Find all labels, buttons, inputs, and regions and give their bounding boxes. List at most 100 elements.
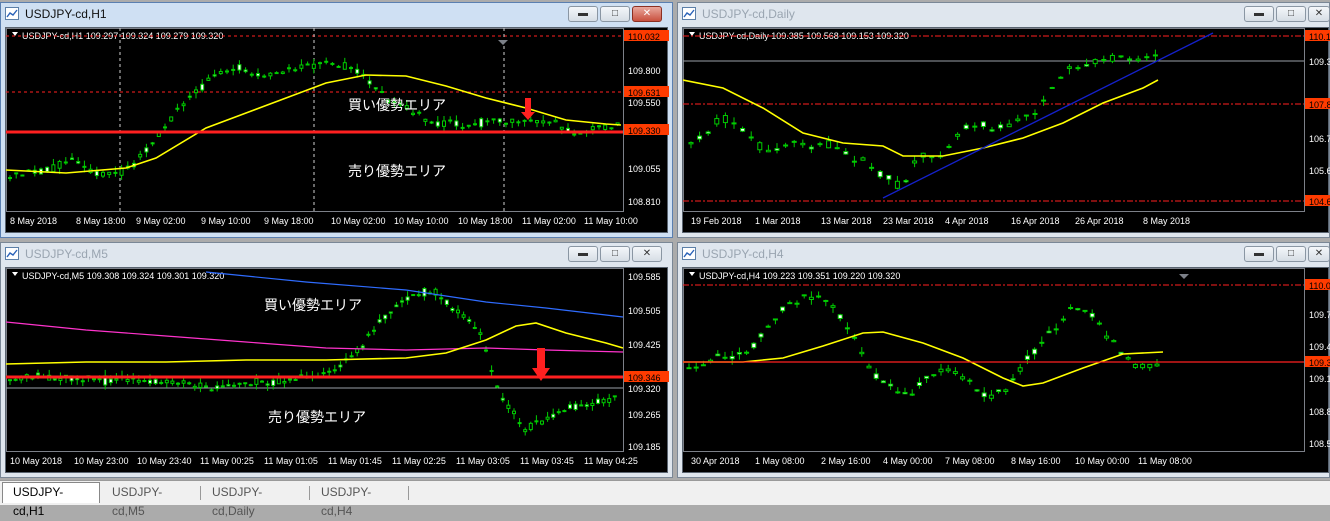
candle xyxy=(372,326,376,336)
maximize-button[interactable]: □ xyxy=(1276,246,1306,262)
candle xyxy=(506,400,511,413)
candle-body xyxy=(1058,76,1064,79)
chart-canvas-h1[interactable]: USDJPY-cd,H1 109.297 109.324 109.279 109… xyxy=(6,28,669,234)
close-button[interactable]: ✕ xyxy=(632,6,662,22)
tab-usdjpy-daily[interactable]: USDJPY-cd,Daily xyxy=(202,483,308,518)
price-label: 109.055 xyxy=(628,164,661,174)
window-titlebar[interactable]: USDJPY-cd,Daily ▬ □ ✕ xyxy=(678,3,1330,25)
candle xyxy=(435,116,440,129)
candle-body xyxy=(163,126,167,129)
tab-separator xyxy=(200,486,201,500)
candle xyxy=(894,175,900,190)
candle-body xyxy=(590,402,595,407)
candle xyxy=(88,164,93,174)
candle-body xyxy=(51,164,56,173)
candle xyxy=(1089,309,1095,321)
price-chart-daily[interactable]: USDJPY-cd,Daily 109.385 109.568 109.153 … xyxy=(682,27,1330,234)
candle xyxy=(920,152,926,163)
chart-window-m5[interactable]: USDJPY-cd,M5 ▬ □ ✕ USDJPY-cd,M5 109.308 … xyxy=(0,242,673,478)
minimize-button[interactable]: ▬ xyxy=(1244,246,1274,262)
candle xyxy=(138,150,143,160)
price-chart-h1[interactable]: USDJPY-cd,H1 109.297 109.324 109.279 109… xyxy=(5,27,669,234)
chart-canvas-m5[interactable]: USDJPY-cd,M5 109.308 109.324 109.301 109… xyxy=(6,268,669,474)
candle-body xyxy=(873,373,879,379)
candle-body xyxy=(772,318,778,321)
chart-canvas-daily[interactable]: USDJPY-cd,Daily 109.385 109.568 109.153 … xyxy=(683,28,1330,234)
window-titlebar[interactable]: USDJPY-cd,M5 ▬ □ ✕ xyxy=(1,243,672,265)
price-label: 109.585 xyxy=(628,272,661,282)
candle xyxy=(800,139,806,148)
candle-body xyxy=(243,69,248,73)
minimize-button[interactable]: ▬ xyxy=(568,6,598,22)
candle xyxy=(80,378,85,387)
candle xyxy=(1017,363,1023,375)
candle-body xyxy=(170,380,175,384)
price-label: 109.550 xyxy=(628,98,661,108)
candle-body xyxy=(479,118,484,128)
candle-body xyxy=(523,429,528,433)
candle-body xyxy=(271,379,276,387)
candle xyxy=(461,311,466,320)
candle-body xyxy=(114,378,119,381)
candle xyxy=(491,118,496,124)
candle xyxy=(220,379,225,388)
price-label: 109.3 xyxy=(1309,57,1330,67)
candle xyxy=(144,143,149,158)
candle xyxy=(150,141,155,147)
window-titlebar[interactable]: USDJPY-cd,H1 ▬ □ ✕ xyxy=(1,3,672,25)
candle xyxy=(176,382,180,387)
candle-body xyxy=(8,177,12,180)
time-label: 9 May 02:00 xyxy=(136,216,186,226)
window-titlebar[interactable]: USDJPY-cd,H4 ▬ □ ✕ xyxy=(678,243,1330,265)
candle xyxy=(859,347,865,357)
tab-usdjpy-h1[interactable]: USDJPY-cd,H1 xyxy=(2,482,100,518)
candle xyxy=(1109,52,1115,64)
candle xyxy=(1154,359,1160,367)
maximize-button[interactable]: □ xyxy=(600,6,630,22)
candle-body xyxy=(946,145,952,148)
close-button[interactable]: ✕ xyxy=(1308,6,1330,22)
candle xyxy=(274,71,279,75)
candle-body xyxy=(504,122,508,125)
candle-body xyxy=(722,115,728,124)
candle-body xyxy=(924,375,930,379)
candle xyxy=(869,162,875,172)
candle xyxy=(489,365,494,377)
candle xyxy=(860,156,866,161)
candle-body xyxy=(456,309,460,314)
candle-body xyxy=(909,393,915,396)
minimize-button[interactable]: ▬ xyxy=(568,246,598,262)
maximize-button[interactable]: □ xyxy=(1276,6,1306,22)
chart-canvas-h4[interactable]: USDJPY-cd,H4 109.223 109.351 109.220 109… xyxy=(683,268,1330,474)
candle-body xyxy=(562,410,567,413)
candle-body xyxy=(780,306,786,312)
candle xyxy=(1075,307,1081,311)
close-button[interactable]: ✕ xyxy=(632,246,662,262)
candle-body xyxy=(450,307,455,312)
candle xyxy=(517,418,522,428)
price-chart-h4[interactable]: USDJPY-cd,H4 109.223 109.351 109.220 109… xyxy=(682,267,1330,474)
candle xyxy=(731,117,737,129)
minimize-button[interactable]: ▬ xyxy=(1244,6,1274,22)
close-button[interactable]: ✕ xyxy=(1308,246,1330,262)
candle xyxy=(545,411,550,422)
chart-window-daily[interactable]: USDJPY-cd,Daily ▬ □ ✕ USDJPY-cd,Daily 10… xyxy=(677,2,1330,238)
candle-body xyxy=(97,378,102,381)
chart-window-h4[interactable]: USDJPY-cd,H4 ▬ □ ✕ USDJPY-cd,H4 109.223 … xyxy=(677,242,1330,478)
candle-body xyxy=(400,300,404,303)
tab-usdjpy-h4[interactable]: USDJPY-cd,H4 xyxy=(311,483,407,518)
candle xyxy=(360,343,365,351)
candle-body xyxy=(980,121,986,128)
candle xyxy=(324,57,329,65)
candle-body xyxy=(603,124,608,130)
price-chart-m5[interactable]: USDJPY-cd,M5 109.308 109.324 109.301 109… xyxy=(5,267,669,474)
candle xyxy=(14,172,19,179)
chart-window-h1[interactable]: USDJPY-cd,H1 ▬ □ ✕ USDJPY-cd,H1 109.297 … xyxy=(0,2,673,238)
maximize-button[interactable]: □ xyxy=(600,246,630,262)
candle-body xyxy=(265,383,270,386)
candle-body xyxy=(955,133,961,137)
candle-body xyxy=(164,379,169,384)
candle-body xyxy=(209,389,214,392)
time-label: 8 May 18:00 xyxy=(76,216,126,226)
tab-usdjpy-m5[interactable]: USDJPY-cd,M5 xyxy=(102,483,198,518)
